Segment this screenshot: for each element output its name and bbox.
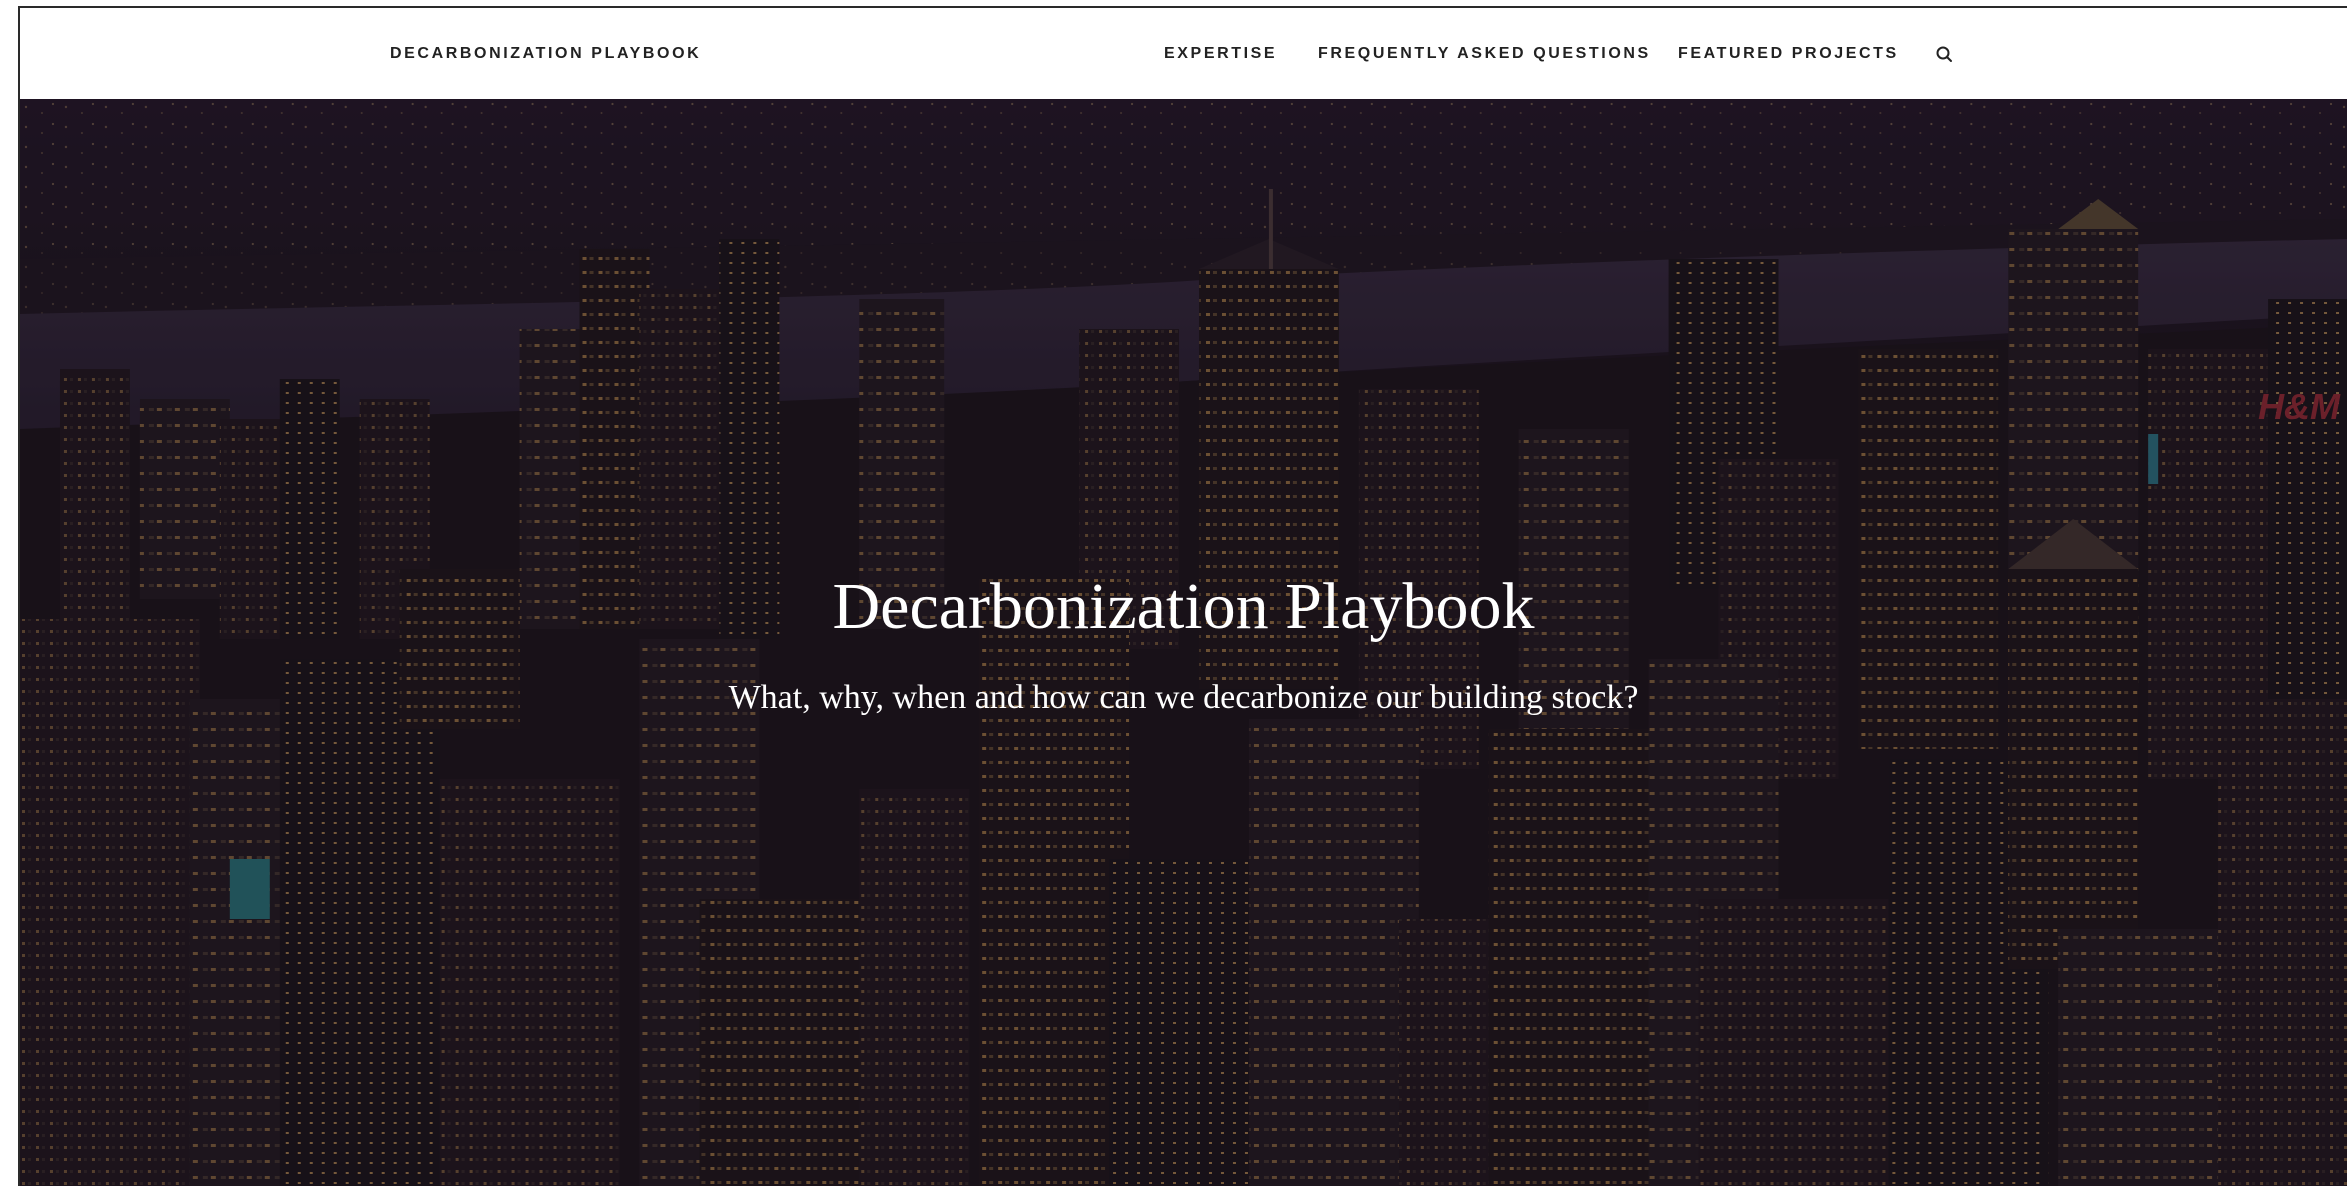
hero-title: Decarbonization Playbook (832, 570, 1535, 643)
browser-viewport: DECARBONIZATION PLAYBOOK EXPERTISE FREQU… (18, 6, 2347, 1186)
nav-item-faq[interactable]: FREQUENTLY ASKED QUESTIONS (1318, 45, 1651, 63)
search-icon (1936, 46, 1952, 62)
site-header: DECARBONIZATION PLAYBOOK EXPERTISE FREQU… (20, 8, 2347, 99)
main-nav: EXPERTISE FREQUENTLY ASKED QUESTIONS FEA… (20, 45, 2347, 69)
hero-section: H&M Decarbonization Playbook What, why, … (20, 99, 2347, 1186)
hero-subtitle: What, why, when and how can we decarboni… (728, 679, 1639, 716)
nav-item-expertise[interactable]: EXPERTISE (1164, 45, 1277, 63)
nav-item-featured-projects[interactable]: FEATURED PROJECTS (1678, 45, 1899, 63)
search-button[interactable] (1934, 44, 1956, 66)
